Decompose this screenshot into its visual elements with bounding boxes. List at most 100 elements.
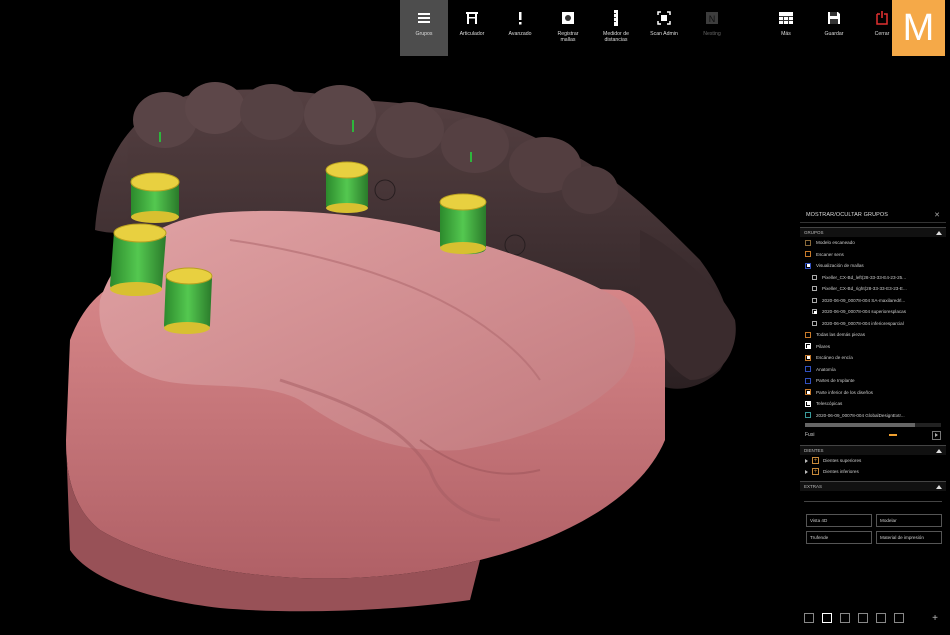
implant-abutment-1 — [130, 172, 180, 223]
group-label: Visualización de mallas — [816, 263, 864, 269]
group-row[interactable]: Modelo escaneado — [800, 237, 946, 249]
opacity-slider[interactable] — [889, 434, 898, 436]
trufende-button[interactable]: Trufende — [806, 531, 872, 544]
group-row[interactable]: Parte inferior de los diseños — [800, 387, 946, 399]
material-impresion-button[interactable]: Material de impresión — [876, 531, 942, 544]
scan-admin-icon — [655, 9, 673, 27]
add-view-icon[interactable]: + — [932, 613, 938, 624]
groups-section-label: GRUPOS — [804, 230, 824, 235]
layout-5-icon[interactable] — [876, 613, 886, 623]
opacity-row: Fusi — [800, 429, 946, 441]
close-icon[interactable]: ✕ — [934, 211, 940, 219]
layout-6-icon[interactable] — [894, 613, 904, 623]
collapse-caret-icon[interactable] — [936, 230, 942, 235]
group-label: Parte inferior de los diseños — [816, 389, 873, 395]
add-icon[interactable]: + — [812, 468, 819, 475]
medidor-distancias-button[interactable]: Medidor de distancias — [592, 0, 640, 56]
group-visibility-checkbox[interactable] — [812, 297, 817, 303]
nesting-icon: N — [703, 9, 721, 27]
guardar-button[interactable]: Guardar — [810, 0, 858, 56]
group-row[interactable]: Partes de Implante — [800, 375, 946, 387]
group-visibility-checkbox[interactable] — [805, 251, 811, 258]
nesting-label: Nesting — [703, 31, 721, 37]
group-label: 2020-06-09_00078-004 superioresplacas — [822, 309, 907, 315]
modelar-button[interactable]: Modelar — [876, 514, 942, 527]
logo-letter: M — [902, 7, 935, 49]
tooth-group-lower[interactable]: + Dientes inferiores — [800, 466, 946, 477]
nesting-button[interactable]: N Nesting — [688, 0, 736, 56]
group-label: Escáneo de encía — [816, 355, 853, 361]
distance-meter-icon — [607, 9, 625, 27]
group-row[interactable]: Escáneo de encía — [800, 352, 946, 364]
group-row[interactable]: Pixeller_CX-Bd_left(28-33-33-E4-23-25... — [800, 272, 946, 284]
group-row[interactable]: Todas las demás piezas — [800, 329, 946, 341]
group-visibility-checkbox[interactable] — [805, 400, 811, 407]
group-visibility-checkbox[interactable] — [805, 239, 811, 246]
register-meshes-icon — [559, 9, 577, 27]
avanzado-button[interactable]: Avanzado — [496, 0, 544, 56]
group-visibility-checkbox[interactable] — [812, 286, 817, 292]
layout-1-icon[interactable] — [804, 613, 814, 623]
scrollbar-thumb[interactable] — [805, 423, 915, 427]
group-label: 2020-06-09_00078-004 inferioresparcial — [822, 320, 904, 326]
3d-viewport[interactable] — [0, 0, 800, 635]
group-row[interactable]: Escaner sens — [800, 249, 946, 261]
group-row[interactable]: Pixeller_CX-Bd_right(28-33-33-E3-23-E... — [800, 283, 946, 295]
group-list-scrollbar[interactable] — [805, 423, 941, 427]
mas-button[interactable]: Más — [762, 0, 810, 56]
expand-arrow-icon[interactable] — [805, 458, 808, 463]
layout-4-icon[interactable] — [858, 613, 868, 623]
group-visibility-checkbox[interactable] — [805, 366, 811, 373]
scan-admin-label: Scan Admin — [650, 31, 678, 37]
group-row[interactable]: Pilares — [800, 341, 946, 353]
group-row[interactable]: Anatomía — [800, 364, 946, 376]
cerrar-label: Cerrar — [874, 31, 890, 37]
medidor-distancias-label: Medidor de distancias — [603, 31, 629, 43]
expand-arrow-icon[interactable] — [805, 469, 808, 474]
group-row[interactable]: 2020-06-09_00078-004 GlobalDesignExtr... — [800, 410, 946, 422]
group-visibility-checkbox[interactable] — [805, 331, 811, 338]
groups-panel: MOSTRAR/OCULTAR GRUPOS ✕ GRUPOS Modelo e… — [800, 207, 946, 635]
implant-abutment-2 — [325, 161, 369, 213]
group-visibility-checkbox[interactable] — [805, 354, 811, 361]
extras-section-header[interactable]: EXTRAS — [800, 481, 946, 491]
implant-abutment-4 — [110, 223, 167, 296]
group-visibility-checkbox[interactable] — [805, 377, 811, 384]
group-visibility-checkbox[interactable] — [805, 389, 811, 396]
collapse-caret-icon[interactable] — [936, 484, 942, 489]
play-icon[interactable] — [931, 430, 941, 440]
more-icon — [777, 9, 795, 27]
group-label: Telescópicas — [816, 401, 843, 407]
grupos-button[interactable]: Grupos — [400, 0, 448, 56]
scan-admin-button[interactable]: Scan Admin — [640, 0, 688, 56]
group-visibility-checkbox[interactable] — [812, 274, 817, 280]
group-visibility-checkbox[interactable] — [812, 320, 817, 326]
group-visibility-checkbox[interactable] — [805, 412, 811, 419]
implant-abutment-3 — [439, 193, 487, 255]
add-icon[interactable]: + — [812, 457, 819, 464]
layout-3-icon[interactable] — [840, 613, 850, 623]
registrar-mallas-button[interactable]: Registrar mallas — [544, 0, 592, 56]
teeth-section-label: DIENTES — [804, 448, 824, 453]
collapse-caret-icon[interactable] — [936, 448, 942, 453]
group-list: Modelo escaneado Escaner sens Visualizació… — [800, 237, 946, 421]
articulador-button[interactable]: Articulador — [448, 0, 496, 56]
tooth-group-upper[interactable]: + Dientes superiores — [800, 455, 946, 466]
group-visibility-checkbox[interactable] — [805, 343, 811, 350]
layout-2-icon[interactable] — [822, 613, 832, 623]
panel-title: MOSTRAR/OCULTAR GRUPOS — [806, 211, 889, 218]
layout-icons — [804, 613, 904, 623]
vista-4d-button[interactable]: Vista 4D — [806, 514, 872, 527]
menu-icon — [415, 9, 433, 27]
groups-section-header[interactable]: GRUPOS — [800, 227, 946, 237]
group-row[interactable]: Telescópicas — [800, 398, 946, 410]
group-visibility-checkbox[interactable] — [805, 262, 811, 269]
group-row[interactable]: 2020-06-09_00078-004 superioresplacas — [800, 306, 946, 318]
group-label: Pilares — [816, 343, 831, 349]
group-row[interactable]: 2020-06-09_00078-004 inferioresparcial — [800, 318, 946, 330]
extras-section-label: EXTRAS — [804, 484, 823, 489]
teeth-section-header[interactable]: DIENTES — [800, 445, 946, 455]
group-row[interactable]: 2020-06-09_00078-004 SA-maxilaredrl... — [800, 295, 946, 307]
group-visibility-checkbox[interactable] — [812, 309, 817, 315]
group-row[interactable]: Visualización de mallas — [800, 260, 946, 272]
